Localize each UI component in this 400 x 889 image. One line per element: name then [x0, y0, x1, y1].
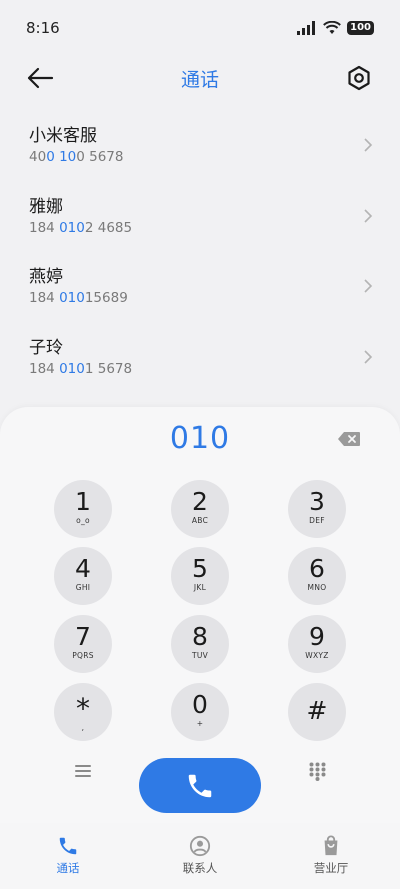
status-bar: 8:16 100 [0, 0, 400, 56]
shopping-bag-icon [324, 835, 338, 856]
contact-number: 184 01015689 [29, 290, 128, 306]
call-button[interactable] [139, 758, 261, 813]
contact-name: 雅娜 [29, 196, 63, 217]
backspace-icon[interactable] [338, 432, 360, 446]
contact-name: 小米客服 [29, 126, 97, 146]
nav-service-hall[interactable]: 营业厅 [276, 823, 386, 889]
chevron-right-icon [364, 349, 373, 364]
key-5[interactable]: 5 JKL [171, 547, 229, 605]
contact-item[interactable]: 雅娜 184 0102 4685 [0, 181, 400, 252]
nav-label: 通话 [56, 861, 80, 875]
contact-item[interactable]: 子玲 184 0101 5678 [0, 322, 400, 393]
contact-name: 燕婷 [29, 267, 63, 287]
dialer-panel: 010 1 o_o 2 ABC 3 DEF 4 GHI 5 JKL 6 MNO … [0, 407, 400, 823]
wifi-icon [323, 21, 342, 34]
key-2[interactable]: 2 ABC [171, 480, 229, 538]
back-arrow-icon[interactable] [26, 66, 54, 90]
contact-list: 小米客服 400 100 5678 雅娜 184 0102 4685 燕婷 18… [0, 110, 400, 392]
signal-icon [297, 21, 316, 35]
dialpad-icon[interactable] [309, 762, 326, 781]
nav-label: 联系人 [182, 861, 218, 875]
key-4[interactable]: 4 GHI [54, 547, 112, 605]
chevron-right-icon [364, 208, 373, 223]
key-1[interactable]: 1 o_o [54, 480, 112, 538]
battery-icon: 100 [347, 21, 374, 35]
contact-name: 子玲 [29, 337, 63, 358]
key-star[interactable]: * , [54, 683, 112, 741]
contact-number: 400 100 5678 [29, 149, 124, 165]
bottom-nav: 通话 联系人 营业厅 [0, 823, 400, 889]
key-0[interactable]: 0 + [171, 683, 229, 741]
person-icon [189, 835, 211, 857]
menu-icon[interactable] [74, 764, 92, 778]
settings-icon[interactable] [346, 65, 372, 91]
contact-number: 184 0101 5678 [29, 360, 133, 377]
page-title: 通话 [180, 68, 219, 91]
key-6[interactable]: 6 MNO [288, 547, 346, 605]
header: 通话 [0, 56, 400, 100]
contact-number: 184 0102 4685 [29, 219, 133, 236]
key-9[interactable]: 9 WXYZ [288, 615, 346, 673]
nav-label: 营业厅 [313, 861, 349, 875]
status-icons: 100 [297, 21, 374, 35]
key-3[interactable]: 3 DEF [288, 480, 346, 538]
contact-item[interactable]: 小米客服 400 100 5678 [0, 110, 400, 181]
status-time: 8:16 [26, 19, 60, 37]
nav-calls[interactable]: 通话 [13, 823, 123, 889]
key-hash[interactable]: # [288, 683, 346, 741]
phone-icon [188, 774, 212, 797]
chevron-right-icon [364, 138, 373, 152]
key-8[interactable]: 8 TUV [171, 615, 229, 673]
chevron-right-icon [364, 279, 373, 293]
nav-contacts[interactable]: 联系人 [145, 823, 255, 889]
phone-icon [59, 837, 77, 855]
contact-item[interactable]: 燕婷 184 01015689 [0, 251, 400, 322]
key-7[interactable]: 7 PQRS [54, 615, 112, 673]
